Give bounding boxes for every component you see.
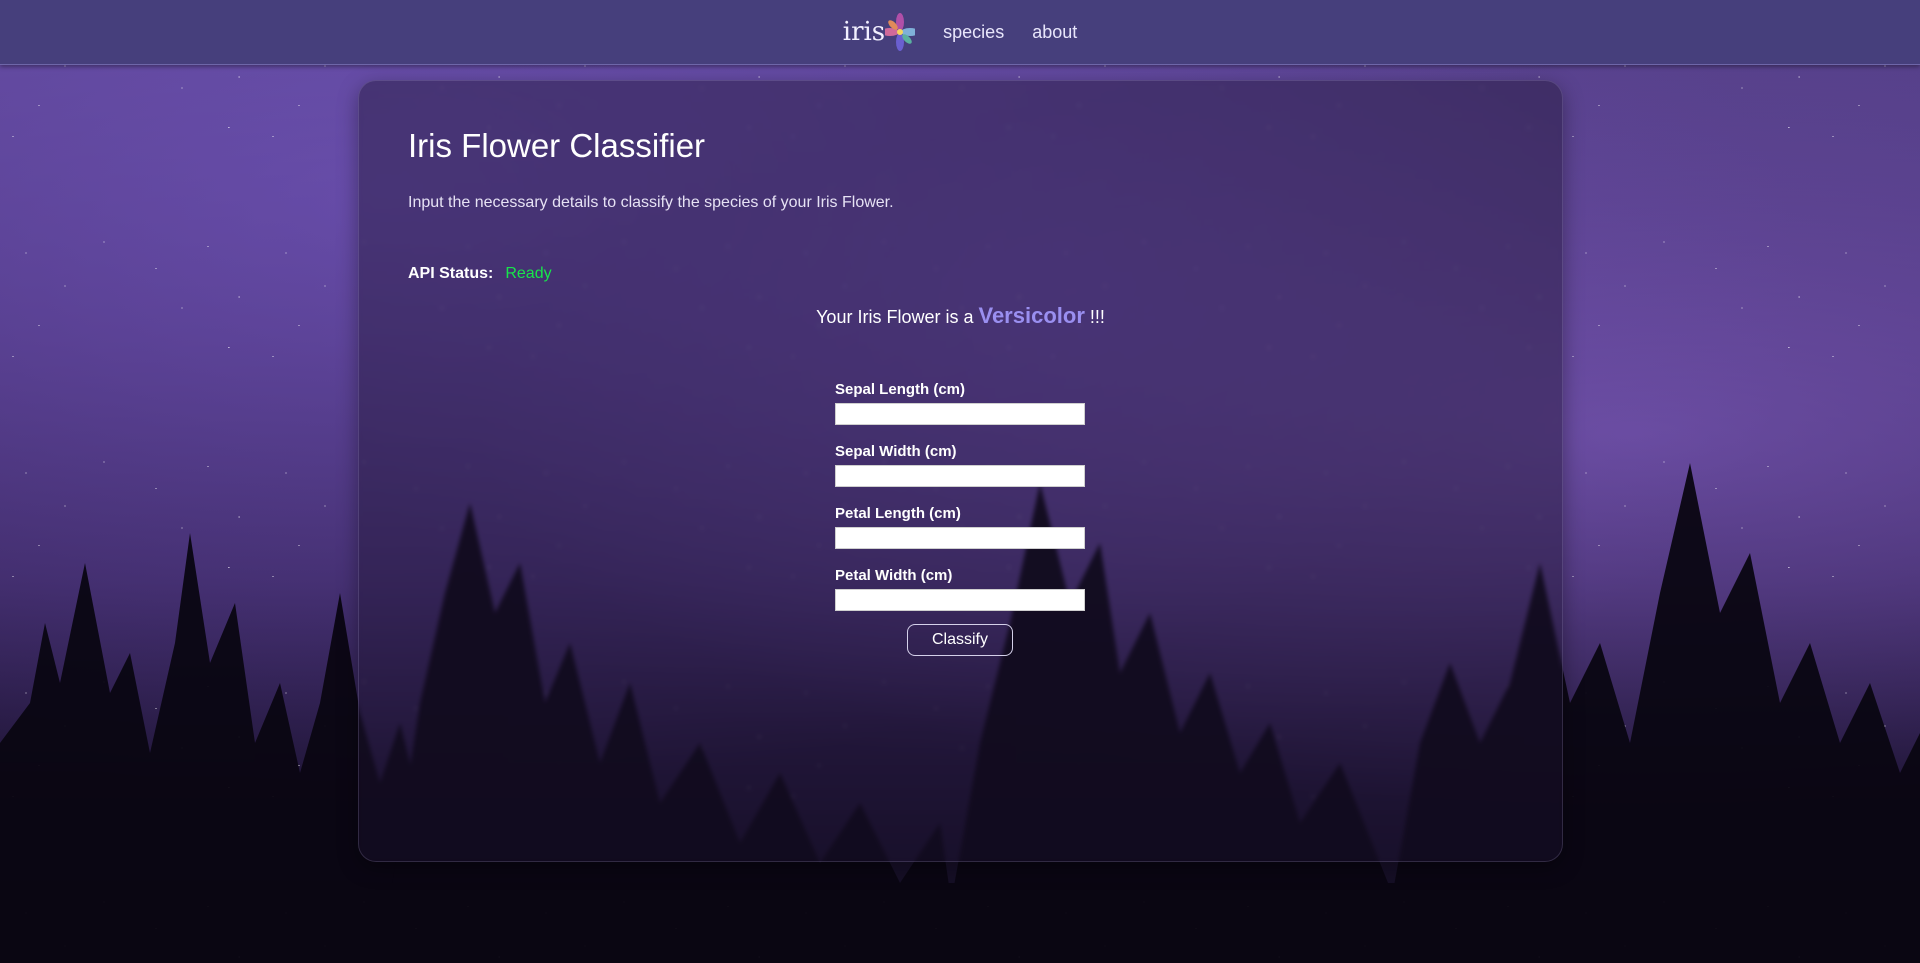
classification-result: Your Iris Flower is a Versicolor !!!	[359, 303, 1562, 329]
result-prefix: Your Iris Flower is a	[816, 307, 974, 327]
classify-button[interactable]: Classify	[907, 624, 1013, 656]
nav-link-species[interactable]: species	[943, 22, 1004, 43]
sepal-length-input[interactable]	[835, 403, 1085, 425]
page-subtitle: Input the necessary details to classify …	[408, 194, 894, 211]
petal-width-label: Petal Width (cm)	[835, 567, 953, 584]
petal-length-field: Petal Length (cm)	[835, 505, 1085, 549]
classifier-card: Iris Flower Classifier Input the necessa…	[358, 80, 1563, 862]
sepal-width-label: Sepal Width (cm)	[835, 443, 957, 460]
api-status-row: API Status: Ready	[408, 265, 552, 283]
sepal-length-field: Sepal Length (cm)	[835, 381, 1085, 425]
result-suffix: !!!	[1089, 307, 1105, 327]
petal-width-field: Petal Width (cm)	[835, 567, 1085, 611]
page-title: Iris Flower Classifier	[408, 127, 706, 164]
sepal-width-input[interactable]	[835, 465, 1085, 487]
nav-link-about[interactable]: about	[1032, 22, 1077, 43]
petal-length-label: Petal Length (cm)	[835, 505, 961, 522]
petal-length-input[interactable]	[835, 527, 1085, 549]
top-navbar: iris species about	[0, 0, 1920, 65]
iris-measurement-form: Sepal Length (cm) Sepal Width (cm) Petal…	[835, 381, 1085, 629]
brand-home-link[interactable]: iris	[842, 12, 916, 52]
sepal-length-label: Sepal Length (cm)	[835, 381, 966, 398]
petal-width-input[interactable]	[835, 589, 1085, 611]
iris-flower-logo-icon	[885, 13, 916, 51]
result-species: Versicolor	[978, 303, 1085, 328]
sepal-width-field: Sepal Width (cm)	[835, 443, 1085, 487]
brand-name: iris	[842, 17, 886, 47]
api-status-label: API Status:	[408, 265, 494, 282]
api-status-value: Ready	[505, 265, 552, 282]
